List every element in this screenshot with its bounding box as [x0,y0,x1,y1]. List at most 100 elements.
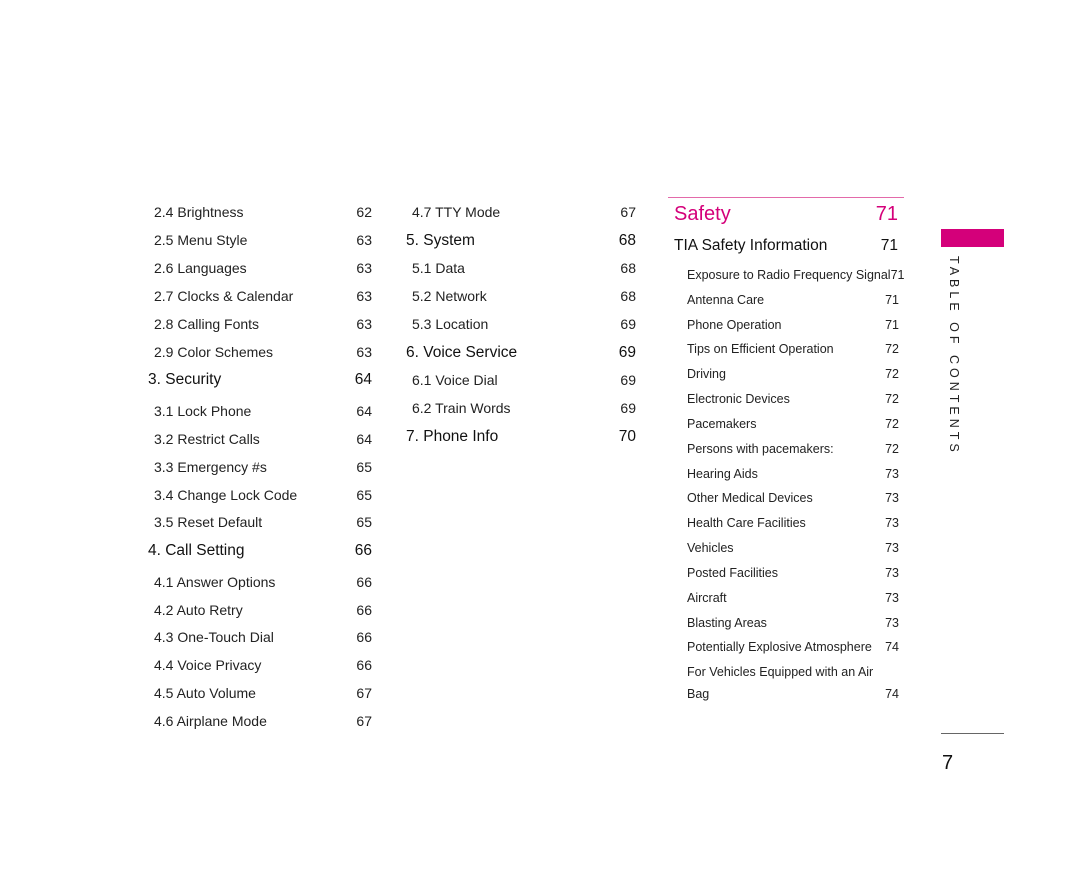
safety-entry[interactable]: Vehicles 73 [687,541,899,555]
safety-entry-label: Pacemakers [687,417,757,431]
toc-entry-page: 68 [620,260,636,276]
toc-entry[interactable]: 6.2 Train Words 69 [406,400,636,416]
toc-entry-label: 3.3 Emergency #s [154,459,267,475]
toc-entry-label: 4.2 Auto Retry [154,602,243,618]
toc-entry-page: 69 [618,344,636,361]
toc-entry-page: 64 [356,431,372,447]
safety-entry-page: 71 [885,318,899,332]
toc-entry-page: 65 [356,459,372,475]
toc-entry[interactable]: 4.2 Auto Retry 66 [148,602,372,618]
toc-section-heading[interactable]: 7. Phone Info 70 [406,428,636,446]
safety-entry-page: 73 [885,566,899,580]
toc-entry[interactable]: 5.1 Data 68 [406,260,636,276]
toc-entry-label: 2.9 Color Schemes [154,344,274,360]
toc-section-heading[interactable]: 3. Security 64 [148,371,372,389]
safety-entry-label: Posted Facilities [687,566,779,580]
toc-entry[interactable]: 2.7 Clocks & Calendar 63 [148,288,372,304]
safety-entry[interactable]: Pacemakers 72 [687,417,899,431]
safety-entry[interactable]: Potentially Explosive Atmosphere 74 [687,640,899,654]
safety-entry[interactable]: Other Medical Devices 73 [687,491,899,505]
safety-entry-label: Exposure to Radio Frequency Signal [687,268,891,282]
toc-entry-label: 7. Phone Info [406,428,499,445]
toc-entry-label: 5. System [406,232,475,249]
safety-entry[interactable]: For Vehicles Equipped with an Air [687,665,899,679]
safety-entry-page: 72 [885,342,899,356]
toc-entry-page: 66 [356,602,372,618]
safety-entry-label-line2: Bag [687,687,710,701]
safety-entry-continued[interactable]: Bag 74 [687,687,899,701]
safety-entry-label: Driving [687,367,726,381]
safety-entry[interactable]: Electronic Devices 72 [687,392,899,406]
toc-entry[interactable]: 2.8 Calling Fonts 63 [148,316,372,332]
toc-entry[interactable]: 4.3 One-Touch Dial 66 [148,629,372,645]
toc-column-1: 2.4 Brightness 62 2.5 Menu Style 63 2.6 Lang… [148,0,372,888]
toc-section-heading[interactable]: 6. Voice Service 69 [406,344,636,362]
toc-entry[interactable]: 3.2 Restrict Calls 64 [148,431,372,447]
toc-entry[interactable]: 2.6 Languages 63 [148,260,372,276]
toc-entry-label: 4.4 Voice Privacy [154,657,262,673]
safety-entry[interactable]: Phone Operation 71 [687,318,899,332]
toc-entry[interactable]: 5.2 Network 68 [406,288,636,304]
toc-entry[interactable]: 3.4 Change Lock Code 65 [148,487,372,503]
toc-entry-label: 3. Security [148,371,222,388]
toc-entry[interactable]: 2.5 Menu Style 63 [148,232,372,248]
safety-entry[interactable]: Aircraft 73 [687,591,899,605]
toc-entry-page: 68 [620,288,636,304]
toc-entry[interactable]: 2.9 Color Schemes 63 [148,344,372,360]
toc-entry[interactable]: 6.1 Voice Dial 69 [406,372,636,388]
safety-entry[interactable]: Hearing Aids 73 [687,467,899,481]
toc-entry-page: 65 [356,514,372,530]
toc-entry-page: 63 [356,344,372,360]
toc-entry-label: 3.5 Reset Default [154,514,263,530]
safety-entry[interactable]: Posted Facilities 73 [687,566,899,580]
safety-entry[interactable]: Driving 72 [687,367,899,381]
toc-entry[interactable]: 3.1 Lock Phone 64 [148,403,372,419]
toc-entry[interactable]: 4.1 Answer Options 66 [148,574,372,590]
toc-entry[interactable]: 3.3 Emergency #s 65 [148,459,372,475]
toc-section-heading[interactable]: 5. System 68 [406,232,636,250]
toc-entry-page: 63 [356,288,372,304]
toc-column-2: 4.7 TTY Mode 67 5. System 68 5.1 Data 68 5.2 N… [406,0,636,888]
safety-entry-label: Antenna Care [687,293,765,307]
safety-entry-label: Blasting Areas [687,616,767,630]
toc-entry[interactable]: 2.4 Brightness 62 [148,204,372,220]
safety-entry-label: Vehicles [687,541,734,555]
safety-entry-page: 71 [885,293,899,307]
toc-section-heading[interactable]: 4. Call Setting 66 [148,542,372,560]
safety-entry[interactable]: Blasting Areas 73 [687,616,899,630]
page-number: 7 [942,752,954,774]
toc-entry-page: 70 [618,428,636,445]
safety-entry[interactable]: Tips on Efficient Operation 72 [687,342,899,356]
safety-entry-label: Hearing Aids [687,467,758,481]
toc-entry-label: 5.1 Data [412,260,465,276]
safety-entry-label-line1: For Vehicles Equipped with an Air [687,665,874,679]
safety-entry-label: Electronic Devices [687,392,790,406]
toc-entry[interactable]: 4.6 Airplane Mode 67 [148,713,372,729]
safety-entry[interactable]: Persons with pacemakers: 72 [687,442,899,456]
toc-entry-label: 3.2 Restrict Calls [154,431,260,447]
toc-entry-page: 69 [620,400,636,416]
toc-entry-page: 67 [356,713,372,729]
safety-entry-label: Health Care Facilities [687,516,806,530]
safety-entry[interactable]: Health Care Facilities 73 [687,516,899,530]
toc-entry-page: 63 [356,260,372,276]
toc-entry-page: 66 [356,574,372,590]
toc-entry[interactable]: 4.7 TTY Mode 67 [406,204,636,220]
safety-entry-label: Other Medical Devices [687,491,813,505]
toc-entry-label: 6.1 Voice Dial [412,372,498,388]
safety-entry-label: Potentially Explosive Atmosphere [687,640,872,654]
toc-entry-label: 6.2 Train Words [412,400,511,416]
safety-entry-page: 73 [885,516,899,530]
toc-entry-page: 67 [620,204,636,220]
toc-entry-label: 4.5 Auto Volume [154,685,256,701]
toc-entry[interactable]: 5.3 Location 69 [406,316,636,332]
toc-entry[interactable]: 4.5 Auto Volume 67 [148,685,372,701]
toc-entry[interactable]: 4.4 Voice Privacy 66 [148,657,372,673]
toc-entry-page: 68 [618,232,636,249]
toc-entry-page: 64 [354,371,372,388]
safety-entry[interactable]: Exposure to Radio Frequency Signal 71 [687,268,905,282]
safety-entry-page: 73 [885,467,899,481]
safety-entry[interactable]: Antenna Care 71 [687,293,899,307]
section-tab-marker [941,229,1004,247]
toc-entry[interactable]: 3.5 Reset Default 65 [148,514,372,530]
